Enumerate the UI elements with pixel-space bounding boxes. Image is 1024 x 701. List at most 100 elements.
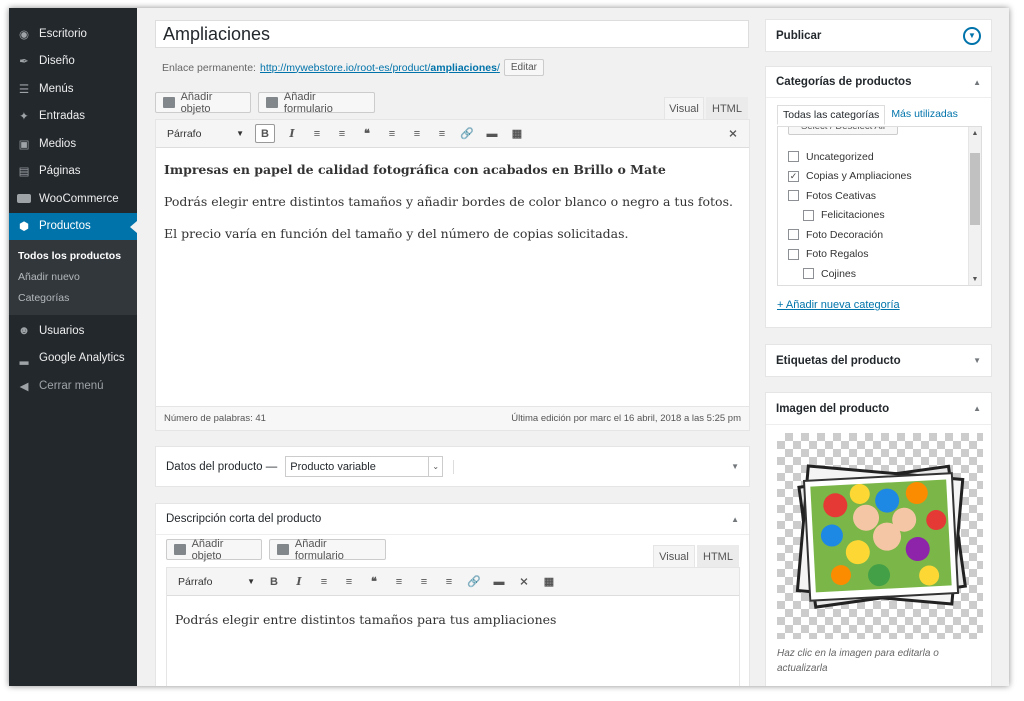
- sidebar-item-entradas[interactable]: ✦ Entradas: [9, 103, 137, 131]
- tab-html[interactable]: HTML: [697, 545, 739, 567]
- toolbar-toggle-icon[interactable]: ▦: [541, 574, 557, 590]
- category-item[interactable]: Uncategorized: [788, 147, 912, 167]
- category-label: Copias y Ampliaciones: [806, 170, 912, 183]
- content-paragraph: El precio varía en función del tamaño y …: [164, 226, 629, 241]
- format-select[interactable]: Párrafo ▼: [163, 124, 249, 143]
- italic-button[interactable]: I: [291, 574, 307, 590]
- scroll-up-icon[interactable]: ▲: [969, 127, 981, 139]
- checkbox[interactable]: [803, 268, 814, 280]
- select-all-button[interactable]: Select / Deselect All: [788, 127, 898, 135]
- numbered-list-icon[interactable]: ≡: [341, 574, 357, 590]
- align-right-icon[interactable]: ≡: [441, 574, 457, 590]
- category-item[interactable]: ✓ Copias y Ampliaciones: [788, 167, 912, 187]
- permalink-row: Enlace permanente: http://mywebstore.io/…: [162, 59, 544, 76]
- category-items: Uncategorized ✓ Copias y Ampliaciones Fot…: [788, 147, 912, 284]
- chevron-down-icon[interactable]: ▼: [731, 462, 739, 471]
- bullet-list-icon[interactable]: ≡: [309, 126, 325, 142]
- toolbar-toggle-icon[interactable]: ▦: [509, 126, 525, 142]
- bold-button[interactable]: B: [266, 574, 282, 590]
- link-icon[interactable]: 🔗: [459, 126, 475, 142]
- content-heading: Impresas en papel de calidad fotográfica…: [164, 162, 666, 177]
- align-center-icon[interactable]: ≡: [409, 126, 425, 142]
- sidebar-item-woocommerce[interactable]: WooCommerce: [9, 185, 137, 213]
- format-select[interactable]: Párrafo ▼: [174, 572, 260, 591]
- submenu-categorias[interactable]: Categorías: [9, 288, 137, 309]
- read-more-icon[interactable]: ▬: [484, 126, 500, 142]
- tab-visual[interactable]: Visual: [653, 545, 695, 567]
- tab-all-categories[interactable]: Todas las categorías: [777, 105, 886, 125]
- add-form-button[interactable]: Añadir formulario: [258, 91, 375, 115]
- short-description-content[interactable]: Podrás elegir entre distintos tamaños pa…: [175, 612, 731, 644]
- category-label: Foto Regalos: [806, 248, 869, 261]
- category-item[interactable]: Fotos Ceativas: [788, 186, 912, 206]
- last-edit: Última edición por marc el 16 abril, 201…: [511, 413, 741, 424]
- sidebar-item-diseno[interactable]: ✒ Diseño: [9, 48, 137, 76]
- submenu-todos-productos[interactable]: Todos los productos: [9, 246, 137, 267]
- product-icon: ⬢: [18, 221, 30, 234]
- align-left-icon[interactable]: ≡: [391, 574, 407, 590]
- align-center-icon[interactable]: ≡: [416, 574, 432, 590]
- tab-visual[interactable]: Visual: [664, 97, 704, 119]
- category-scrollbar[interactable]: ▲ ▼: [968, 127, 981, 285]
- short-description-title: Descripción corta del producto: [166, 513, 322, 525]
- checkbox[interactable]: [788, 229, 799, 241]
- sidebar-item-collapse[interactable]: ◀ Cerrar menú: [9, 372, 137, 400]
- category-item[interactable]: Foto Regalos: [788, 245, 912, 265]
- short-add-media-button[interactable]: Añadir objeto: [166, 538, 262, 562]
- sidebar-item-menus[interactable]: ☰ Menús: [9, 75, 137, 103]
- fullscreen-icon[interactable]: ⨯: [516, 574, 532, 590]
- sidebar-item-usuarios[interactable]: ☻ Usuarios: [9, 317, 137, 345]
- menu-icon: ☰: [18, 83, 30, 96]
- chevron-down-icon[interactable]: ▼: [963, 26, 981, 45]
- editor-content[interactable]: Impresas en papel de calidad fotográfica…: [164, 162, 741, 258]
- chevron-up-icon[interactable]: ▲: [731, 515, 739, 524]
- tab-most-used[interactable]: Más utilizadas: [885, 105, 964, 125]
- woo-icon: [17, 192, 31, 206]
- align-left-icon[interactable]: ≡: [384, 126, 400, 142]
- product-image-hint: Haz clic en la imagen para editarla o ac…: [777, 648, 939, 674]
- post-title-input[interactable]: Ampliaciones: [155, 20, 749, 48]
- sidebar-item-escritorio[interactable]: ◉ Escritorio: [9, 20, 137, 48]
- short-add-form-button[interactable]: Añadir formulario: [269, 537, 386, 562]
- tab-html[interactable]: HTML: [706, 97, 748, 119]
- scroll-down-icon[interactable]: ▼: [969, 273, 981, 285]
- submenu-anadir-nuevo[interactable]: Añadir nuevo: [9, 267, 137, 288]
- blockquote-icon[interactable]: ❝: [359, 126, 375, 142]
- link-icon[interactable]: 🔗: [466, 574, 482, 590]
- product-type-select[interactable]: Producto variable ⌄: [285, 456, 444, 477]
- blockquote-icon[interactable]: ❝: [366, 574, 382, 590]
- sidebar-item-label: Entradas: [39, 110, 86, 123]
- sidebar-item-productos[interactable]: ⬢ Productos: [9, 212, 137, 240]
- align-right-icon[interactable]: ≡: [434, 126, 450, 142]
- chevron-up-icon[interactable]: ▲: [973, 404, 981, 413]
- add-media-button[interactable]: Añadir objeto: [155, 91, 251, 115]
- chevron-down-icon[interactable]: ▼: [973, 356, 981, 365]
- numbered-list-icon[interactable]: ≡: [334, 126, 350, 142]
- publish-box: Publicar ▼: [765, 19, 992, 52]
- category-item[interactable]: Foto Decoración: [788, 225, 912, 245]
- category-item[interactable]: Felicitaciones: [788, 206, 912, 226]
- fullscreen-icon[interactable]: ⨯: [725, 126, 741, 142]
- sidebar-item-analytics[interactable]: ▂ Google Analytics: [9, 345, 137, 373]
- sidebar-item-paginas[interactable]: ▤ Páginas: [9, 158, 137, 186]
- bold-button[interactable]: B: [255, 124, 275, 143]
- product-image-thumbnail[interactable]: [777, 433, 983, 639]
- checkbox[interactable]: [788, 190, 799, 202]
- italic-button[interactable]: I: [284, 126, 300, 142]
- checkbox[interactable]: [788, 151, 799, 163]
- add-category-link[interactable]: + Añadir nueva categoría: [777, 297, 900, 311]
- permalink-link[interactable]: http://mywebstore.io/root-es/product/amp…: [260, 62, 500, 74]
- add-form-label: Añadir formulario: [294, 537, 344, 562]
- chevron-up-icon[interactable]: ▲: [973, 78, 981, 87]
- scrollbar-thumb[interactable]: [970, 153, 980, 225]
- product-type-value: Producto variable: [290, 460, 376, 473]
- bullet-list-icon[interactable]: ≡: [316, 574, 332, 590]
- edit-permalink-button[interactable]: Editar: [503, 59, 544, 76]
- checkbox[interactable]: [788, 248, 799, 260]
- checkbox-checked[interactable]: ✓: [788, 170, 799, 182]
- category-item[interactable]: Cojines: [788, 264, 912, 284]
- checkbox[interactable]: [803, 209, 814, 221]
- collapse-icon: ◀: [19, 380, 29, 393]
- read-more-icon[interactable]: ▬: [491, 574, 507, 590]
- sidebar-item-medios[interactable]: ▣ Medios: [9, 130, 137, 158]
